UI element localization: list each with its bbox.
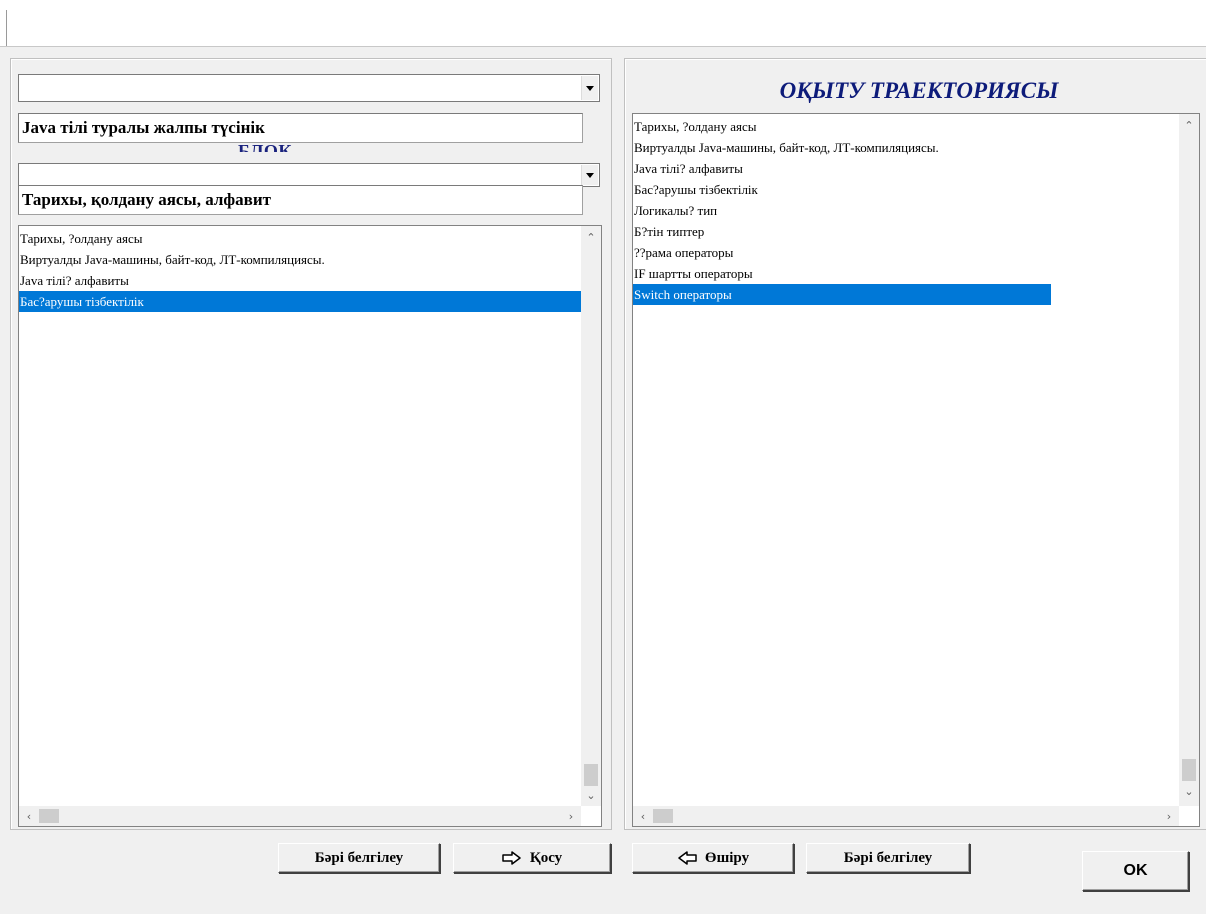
- scroll-right-icon[interactable]: ›: [1161, 806, 1177, 826]
- add-button[interactable]: Қосу: [453, 843, 611, 873]
- scroll-thumb[interactable]: [653, 809, 673, 823]
- module-text: Java тілі туралы жалпы түсінік: [18, 113, 583, 143]
- arrow-left-icon: [678, 851, 697, 865]
- window-edge: [6, 10, 7, 46]
- module-combo-value: [19, 80, 23, 95]
- vertical-scrollbar[interactable]: ⌃ ⌄: [1179, 114, 1199, 806]
- list-item[interactable]: Java тілі? алфавиты: [19, 270, 581, 291]
- trajectory-title: ОҚЫТУ ТРАЕКТОРИЯСЫ: [779, 78, 1059, 103]
- list-item[interactable]: Тарихы, ?олдану аясы: [19, 228, 581, 249]
- horizontal-scrollbar[interactable]: ‹ ›: [19, 806, 581, 826]
- list-item-selected[interactable]: Бас?арушы тізбектілік: [19, 291, 581, 312]
- block-text: Тарихы, қолдану аясы, алфавит: [18, 185, 583, 215]
- ok-button[interactable]: OK: [1082, 851, 1189, 891]
- trajectory-listbox[interactable]: Тарихы, ?олдану аясы Виртуалды Java-маши…: [632, 113, 1200, 827]
- trajectory-list: Тарихы, ?олдану аясы Виртуалды Java-маши…: [633, 116, 1051, 305]
- scroll-left-icon[interactable]: ‹: [635, 806, 651, 826]
- module-combo-dropdown-button[interactable]: [581, 76, 598, 100]
- list-item[interactable]: Б?тін типтер: [633, 221, 1051, 242]
- list-item[interactable]: IF шартты операторы: [633, 263, 1051, 284]
- horizontal-scrollbar[interactable]: ‹ ›: [633, 806, 1179, 826]
- list-item[interactable]: Виртуалды Java-машины, байт-код, ЛТ-комп…: [633, 137, 1051, 158]
- scroll-right-icon[interactable]: ›: [563, 806, 579, 826]
- scroll-up-icon[interactable]: ⌃: [581, 228, 601, 246]
- block-topics-listbox[interactable]: Тарихы, ?олдану аясы Виртуалды Java-маши…: [18, 225, 602, 827]
- select-all-right-label: Бәрі белгілеу: [843, 849, 933, 866]
- scroll-up-icon[interactable]: ⌃: [1179, 116, 1199, 134]
- scroll-left-icon[interactable]: ‹: [21, 806, 37, 826]
- ok-label: OK: [1123, 862, 1148, 879]
- vertical-scrollbar[interactable]: ⌃ ⌄: [581, 226, 601, 806]
- list-item[interactable]: Тарихы, ?олдану аясы: [633, 116, 1051, 137]
- window-top-strip: [0, 0, 1206, 47]
- list-item[interactable]: Виртуалды Java-машины, байт-код, ЛТ-комп…: [19, 249, 581, 270]
- list-item[interactable]: Java тілі? алфавиты: [633, 158, 1051, 179]
- select-all-left-button[interactable]: Бәрі белгілеу: [278, 843, 440, 873]
- scroll-thumb[interactable]: [584, 764, 598, 786]
- block-combo-value: [19, 167, 23, 182]
- scroll-thumb[interactable]: [1182, 759, 1196, 781]
- list-item[interactable]: Бас?арушы тізбектілік: [633, 179, 1051, 200]
- arrow-right-icon: [502, 851, 521, 865]
- add-label: Қосу: [529, 849, 563, 866]
- chevron-down-icon: [586, 172, 594, 178]
- module-combobox[interactable]: [18, 74, 600, 102]
- list-item[interactable]: Логикалы? тип: [633, 200, 1051, 221]
- remove-button[interactable]: Өшіру: [632, 843, 794, 873]
- block-combo-dropdown-button[interactable]: [581, 165, 598, 185]
- select-all-right-button[interactable]: Бәрі белгілеу: [806, 843, 970, 873]
- list-item[interactable]: ??рама операторы: [633, 242, 1051, 263]
- block-combobox[interactable]: [18, 163, 600, 187]
- chevron-down-icon: [586, 85, 594, 91]
- block-topics-list: Тарихы, ?олдану аясы Виртуалды Java-маши…: [19, 228, 581, 312]
- scroll-down-icon[interactable]: ⌄: [1179, 782, 1199, 800]
- list-item-selected[interactable]: Switch операторы: [633, 284, 1051, 305]
- scroll-down-icon[interactable]: ⌄: [581, 786, 601, 804]
- remove-label: Өшіру: [704, 849, 750, 866]
- scroll-thumb[interactable]: [39, 809, 59, 823]
- select-all-left-label: Бәрі белгілеу: [314, 849, 404, 866]
